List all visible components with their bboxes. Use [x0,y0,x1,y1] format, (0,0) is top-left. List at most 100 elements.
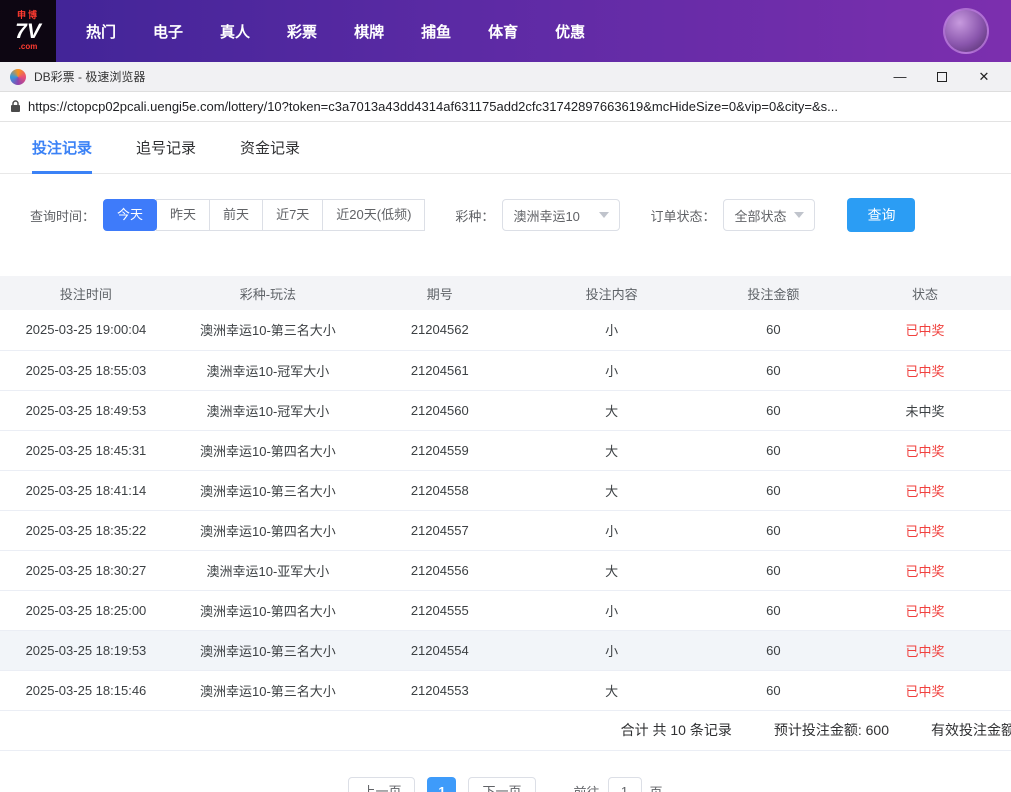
site-logo[interactable]: 申博 7V .com [0,0,56,62]
cell-play: 澳洲幸运10-第三名大小 [171,670,364,711]
table-row: 2025-03-25 19:00:04 澳洲幸运10-第三名大小 21204562 小… [0,310,1011,351]
cell-play: 澳洲幸运10-第三名大小 [171,310,364,351]
lottery-label: 彩种： [455,208,495,224]
lottery-select[interactable]: 澳洲幸运10 [502,199,621,231]
summary-expected-amount: 预计投注金额: 600 [773,722,889,738]
cell-content: 小 [515,590,708,631]
maximize-icon [937,71,947,82]
cell-amount: 60 [707,470,840,511]
tab-2[interactable]: 资金记录 [240,137,300,173]
cell-play: 澳洲幸运10-第三名大小 [171,470,364,511]
time-filter-2[interactable]: 前天 [209,199,264,231]
table-header: 投注时间 彩种-玩法 期号 投注内容 投注金额 状态 [0,276,1011,310]
query-button[interactable]: 查询 [847,198,916,232]
summary-valid-amount: 有效投注金额 [931,722,1011,738]
logo-text-7v: 7V [15,19,41,43]
page-number-1[interactable]: 1 [427,776,457,792]
cell-issue: 21204555 [363,590,516,631]
column-header-2: 期号 [363,276,516,310]
nav-item-3[interactable]: 彩票 [287,21,317,42]
cell-issue: 21204560 [363,390,516,431]
browser-app-icon [10,68,26,85]
table-row: 2025-03-25 18:35:22 澳洲幸运10-第四名大小 21204557 小… [0,510,1011,551]
nav-item-2[interactable]: 真人 [220,21,250,42]
bet-records-table: 投注时间 彩种-玩法 期号 投注内容 投注金额 状态 2025-03-25 19:00:0… [0,276,1011,711]
status-select-value: 全部状态 [734,208,787,224]
cell-issue: 21204556 [363,550,516,591]
goto-page: 前往 页 [573,776,663,792]
time-filter-1[interactable]: 昨天 [156,199,211,231]
chevron-down-icon [599,212,610,218]
table-row: 2025-03-25 18:25:00 澳洲幸运10-第四名大小 21204555 小… [0,590,1011,631]
nav-item-5[interactable]: 捕鱼 [421,21,451,42]
cell-status: 已中奖 [839,310,1011,351]
cell-amount: 60 [707,550,840,591]
prev-page-button[interactable]: 上一页 [348,776,416,792]
cell-play: 澳洲幸运10-亚军大小 [171,550,364,591]
url-text[interactable]: https://ctopcp02pcali.uengi5e.com/lotter… [28,99,838,114]
nav-item-6[interactable]: 体育 [488,21,518,42]
user-avatar[interactable] [943,8,989,54]
cell-issue: 21204562 [363,310,516,351]
table-row: 2025-03-25 18:55:03 澳洲幸运10-冠军大小 21204561 小 6… [0,350,1011,391]
cell-play: 澳洲幸运10-第四名大小 [171,510,364,551]
table-body: 2025-03-25 19:00:04 澳洲幸运10-第三名大小 21204562 小… [0,310,1011,711]
logo-text-com: .com [18,41,38,51]
summary-total: 合计 共 10 条记录 [620,722,732,738]
cell-amount: 60 [707,310,840,351]
summary-bar: 合计 共 10 条记录 预计投注金额: 600 有效投注金额 [0,711,1011,751]
close-button[interactable]: ✕ [963,63,1005,91]
column-header-0: 投注时间 [0,276,172,310]
cell-status: 已中奖 [839,470,1011,511]
cell-play: 澳洲幸运10-第三名大小 [171,630,364,671]
nav-item-4[interactable]: 棋牌 [354,21,384,42]
cell-content: 小 [515,630,708,671]
tab-1[interactable]: 追号记录 [136,137,196,173]
goto-page-input[interactable] [607,776,642,792]
table-row: 2025-03-25 18:49:53 澳洲幸运10-冠军大小 21204560 大 6… [0,390,1011,431]
cell-time: 2025-03-25 18:49:53 [0,390,172,431]
time-filter-4[interactable]: 近20天(低频) [322,199,426,231]
cell-amount: 60 [707,670,840,711]
cell-play: 澳洲幸运10-第四名大小 [171,430,364,471]
address-bar[interactable]: https://ctopcp02pcali.uengi5e.com/lotter… [0,92,1011,122]
cell-status: 已中奖 [839,510,1011,551]
cell-amount: 60 [707,510,840,551]
cell-play: 澳洲幸运10-冠军大小 [171,390,364,431]
time-filter-0[interactable]: 今天 [103,199,158,231]
lock-icon [11,100,20,112]
cell-time: 2025-03-25 19:00:04 [0,310,172,351]
cell-content: 大 [515,670,708,711]
next-page-button[interactable]: 下一页 [468,776,536,792]
cell-time: 2025-03-25 18:35:22 [0,510,172,551]
column-header-1: 彩种-玩法 [171,276,364,310]
record-tabs: 投注记录 追号记录 资金记录 [0,122,1011,174]
nav-item-7[interactable]: 优惠 [555,21,585,42]
cell-status: 已中奖 [839,670,1011,711]
cell-content: 小 [515,310,708,351]
query-time-label: 查询时间： [30,208,96,224]
cell-time: 2025-03-25 18:45:31 [0,430,172,471]
cell-content: 小 [515,350,708,391]
cell-status: 已中奖 [839,430,1011,471]
maximize-button[interactable] [921,63,963,91]
cell-amount: 60 [707,390,840,431]
cell-amount: 60 [707,430,840,471]
cell-time: 2025-03-25 18:55:03 [0,350,172,391]
time-filter-3[interactable]: 近7天 [262,199,324,231]
goto-label: 前往 [573,784,600,792]
column-header-4: 投注金额 [707,276,840,310]
status-select[interactable]: 全部状态 [723,199,816,231]
cell-content: 大 [515,470,708,511]
tab-0[interactable]: 投注记录 [32,137,93,174]
cell-amount: 60 [707,630,840,671]
table-row: 2025-03-25 18:19:53 澳洲幸运10-第三名大小 21204554 小… [0,630,1011,671]
filter-bar: 查询时间： 今天 昨天 前天 近7天 近20天(低频) 彩种： 澳洲幸运10 订单状态：… [0,174,1011,250]
minimize-button[interactable]: — [879,63,921,91]
pagination: 上一页 1 下一页 前往 页 [0,751,1011,792]
cell-amount: 60 [707,590,840,631]
nav-item-0[interactable]: 热门 [86,21,116,42]
cell-status: 未中奖 [839,390,1011,431]
cell-content: 大 [515,430,708,471]
nav-item-1[interactable]: 电子 [153,21,183,42]
